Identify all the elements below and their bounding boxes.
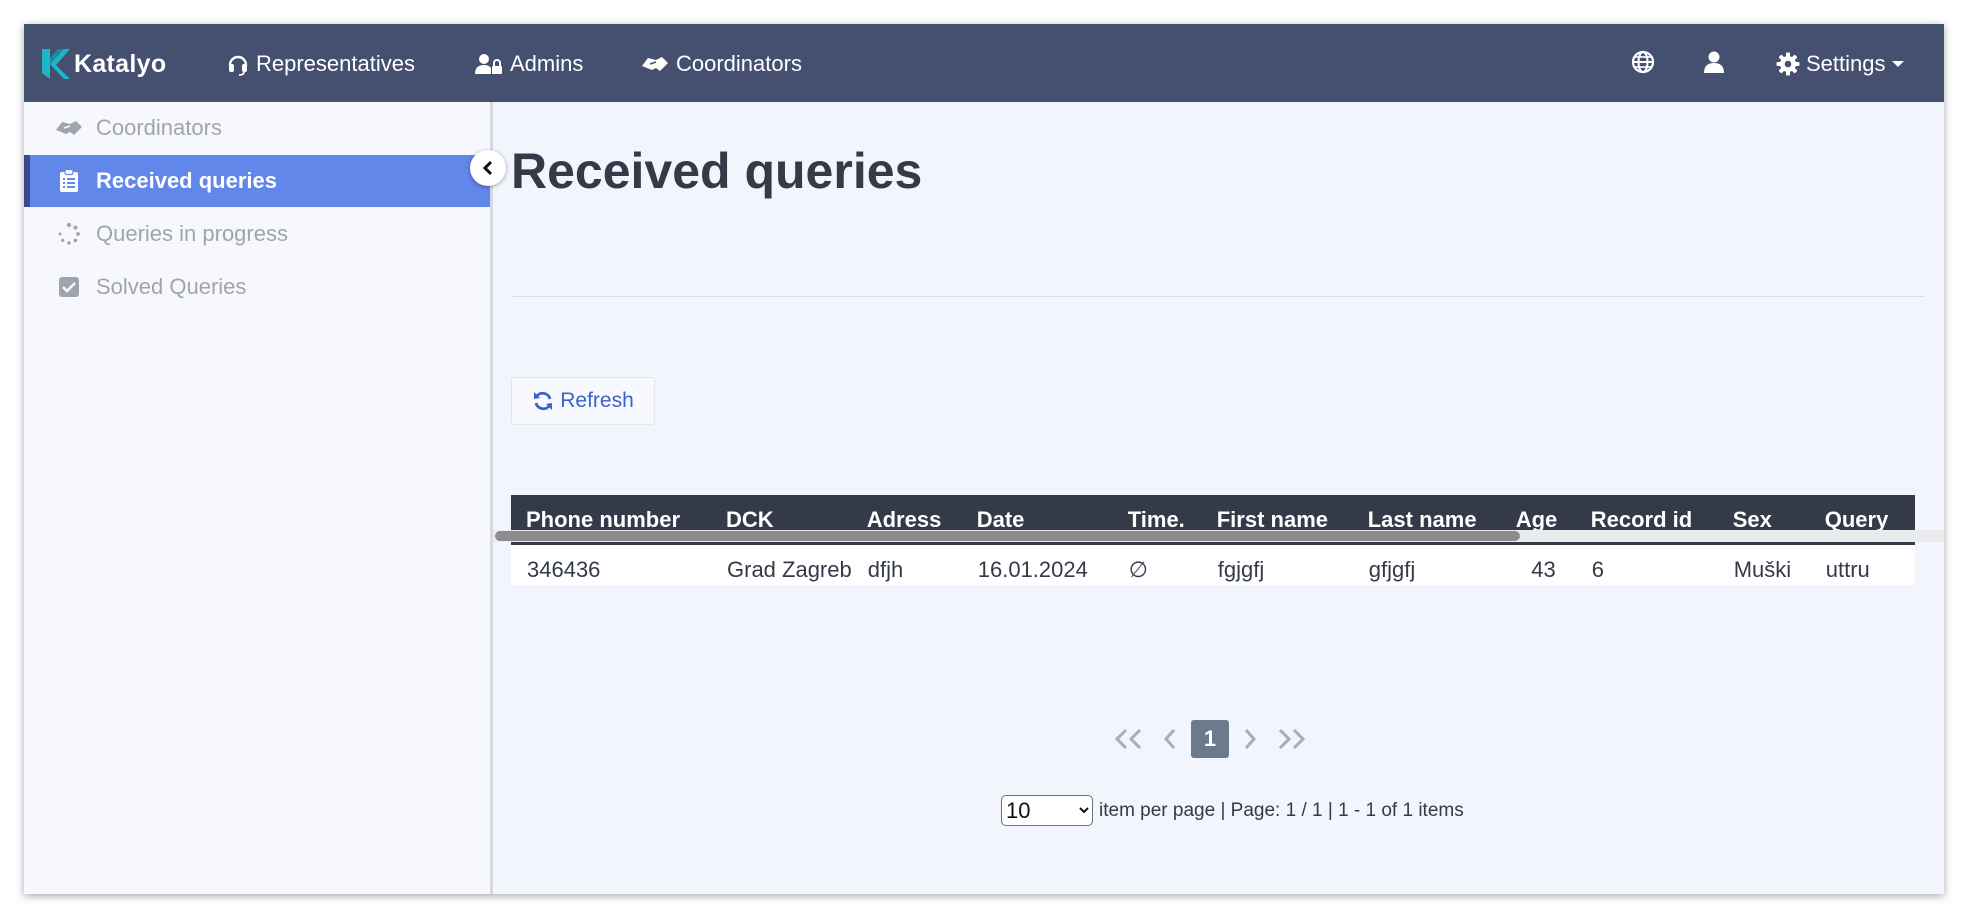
language-button[interactable] bbox=[1631, 50, 1655, 79]
pagination-summary: item per page | Page: 1 / 1 | 1 - 1 of 1… bbox=[1099, 799, 1464, 821]
table-row[interactable]: 346436 Grad Zagreb dfjh 16.01.2024 ∅ fgj… bbox=[511, 545, 1915, 585]
settings-label: Settings bbox=[1806, 51, 1886, 76]
cell-age: 43 bbox=[1500, 545, 1576, 585]
globe-icon bbox=[1631, 50, 1655, 74]
page-size-control: 102550100 item per page | Page: 1 / 1 | … bbox=[1001, 795, 1464, 826]
user-lock-icon bbox=[475, 54, 502, 74]
clipboard-icon bbox=[54, 169, 84, 193]
main-content: Received queries Refresh Phone number DC… bbox=[493, 102, 1944, 894]
last-page-button[interactable] bbox=[1273, 727, 1309, 751]
sidebar-collapse-button[interactable] bbox=[470, 150, 506, 186]
handshake-icon bbox=[54, 116, 84, 140]
cell-date: 16.01.2024 bbox=[961, 545, 1113, 585]
profile-button[interactable] bbox=[1702, 50, 1726, 79]
check-square-icon bbox=[54, 276, 84, 298]
user-icon bbox=[1704, 51, 1724, 73]
cell-first-name: fgjgfj bbox=[1201, 545, 1353, 585]
app-window: Katalyo Representatives Admins Coordinat… bbox=[24, 24, 1944, 894]
sidebar-item-queries-in-progress[interactable]: Queries in progress bbox=[24, 208, 490, 260]
headset-icon bbox=[228, 55, 248, 76]
cell-sex: Muški bbox=[1717, 545, 1810, 585]
sidebar-item-label: Received queries bbox=[96, 168, 277, 193]
brand-name: Katalyo bbox=[74, 49, 167, 78]
scrollbar-thumb[interactable] bbox=[495, 531, 1520, 541]
cell-dck: Grad Zagreb bbox=[711, 545, 852, 585]
chevron-left-icon bbox=[482, 160, 493, 176]
page-number-button[interactable]: 1 bbox=[1191, 720, 1229, 758]
sidebar-item-label: Queries in progress bbox=[96, 221, 288, 246]
cell-phone-number: 346436 bbox=[511, 545, 711, 585]
cell-record-id: 6 bbox=[1575, 545, 1718, 585]
cell-last-name: gfjgfj bbox=[1352, 545, 1501, 585]
sidebar-item-solved-queries[interactable]: Solved Queries bbox=[24, 261, 490, 313]
cell-time: ∅ bbox=[1112, 545, 1202, 585]
nav-admins[interactable]: Admins bbox=[474, 46, 583, 82]
nav-coordinators-label: Coordinators bbox=[676, 51, 802, 76]
divider bbox=[511, 296, 1925, 297]
spinner-icon bbox=[54, 222, 84, 246]
double-chevron-right-icon bbox=[1278, 728, 1306, 750]
table-horizontal-scrollbar[interactable] bbox=[493, 530, 1944, 542]
settings-menu[interactable]: Settings bbox=[1776, 46, 1904, 82]
next-page-button[interactable] bbox=[1235, 727, 1265, 751]
refresh-label: Refresh bbox=[560, 389, 634, 412]
sync-icon bbox=[534, 391, 553, 411]
first-page-button[interactable] bbox=[1111, 727, 1147, 751]
handshake-icon bbox=[642, 57, 668, 71]
sidebar-item-label: Solved Queries bbox=[96, 274, 247, 299]
nav-representatives[interactable]: Representatives bbox=[226, 46, 415, 82]
chevron-right-icon bbox=[1244, 729, 1257, 749]
nav-admins-label: Admins bbox=[510, 51, 584, 76]
sidebar-item-coordinators[interactable]: Coordinators bbox=[24, 102, 490, 154]
cell-query: uttru bbox=[1809, 545, 1915, 585]
nav-representatives-label: Representatives bbox=[256, 51, 415, 76]
gear-icon bbox=[1776, 52, 1800, 76]
katalyo-logo-icon bbox=[42, 49, 70, 79]
sidebar-item-received-queries[interactable]: Received queries bbox=[24, 155, 490, 207]
prev-page-button[interactable] bbox=[1155, 727, 1185, 751]
page-size-select[interactable]: 102550100 bbox=[1001, 795, 1093, 826]
chevron-left-icon bbox=[1163, 729, 1176, 749]
page-title: Received queries bbox=[511, 143, 923, 199]
caret-down-icon bbox=[1891, 61, 1904, 67]
pagination: 1 bbox=[1111, 719, 1309, 759]
top-navbar: Katalyo Representatives Admins Coordinat… bbox=[24, 24, 1944, 102]
double-chevron-left-icon bbox=[1114, 728, 1142, 750]
nav-coordinators[interactable]: Coordinators bbox=[640, 46, 802, 82]
sidebar: Coordinators Received queries Queries in… bbox=[24, 102, 493, 894]
sidebar-item-label: Coordinators bbox=[96, 115, 222, 140]
refresh-button[interactable]: Refresh bbox=[511, 377, 655, 425]
cell-adress: dfjh bbox=[851, 545, 962, 585]
brand-logo[interactable]: Katalyo bbox=[40, 44, 166, 84]
